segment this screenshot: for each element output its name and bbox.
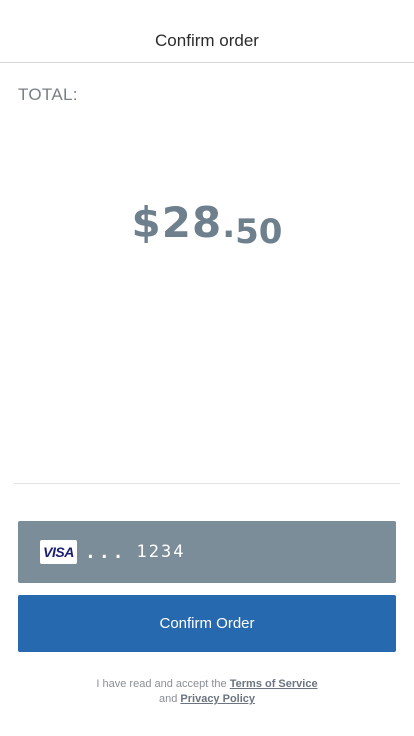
total-label: TOTAL: (18, 85, 78, 104)
privacy-policy-link[interactable]: Privacy Policy (180, 693, 255, 705)
terms-prefix: I have read and accept the (96, 678, 227, 690)
amount-dollars: 28 (161, 198, 223, 247)
divider (14, 483, 400, 484)
page-title: Confirm order (155, 31, 259, 50)
total-amount: $28.50 (0, 198, 414, 252)
confirm-order-button[interactable]: Confirm Order (18, 595, 396, 652)
amount-cents: 50 (235, 212, 283, 252)
terms-of-service-link[interactable]: Terms of Service (230, 678, 318, 690)
card-last4: 1234 (136, 542, 186, 562)
amount-currency: $ (131, 198, 162, 247)
header-bar: Confirm order (0, 0, 414, 63)
terms-conjunction: and (158, 693, 178, 705)
card-mask-dots: ... (85, 541, 127, 563)
payment-card-selector[interactable]: VISA ... 1234 (18, 521, 396, 583)
amount-separator: . (222, 206, 236, 246)
visa-card-icon: VISA (40, 540, 77, 564)
terms-notice: I have read and accept the Terms of Serv… (0, 677, 414, 707)
